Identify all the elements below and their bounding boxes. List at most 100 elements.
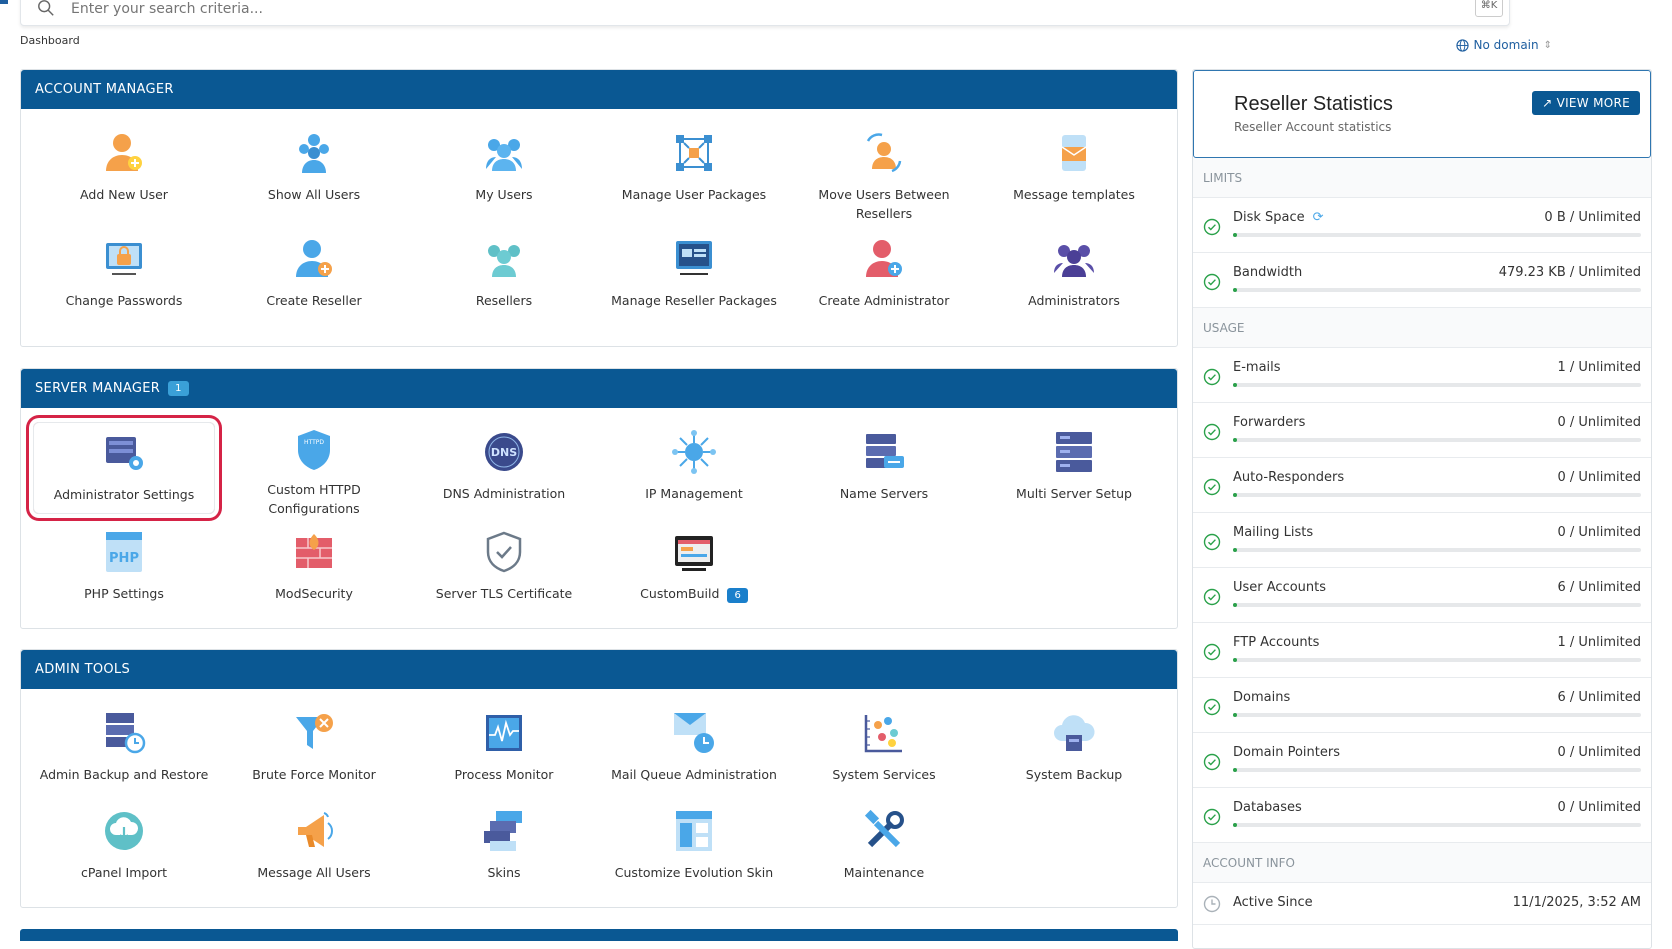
server-tile-multi-server-setup[interactable]: Multi Server Setup [979,418,1169,516]
admin-tile-system-services[interactable]: System Services [789,699,979,797]
search-bar[interactable]: ⌘K [20,0,1510,26]
stats-subtitle: Reseller Account statistics [1234,120,1392,134]
tile-label: Customize Evolution Skin [615,863,773,882]
svg-text:HTTPD: HTTPD [304,439,324,446]
message-templates-icon [1050,129,1098,177]
admin-tile-customize-evolution-skin[interactable]: Customize Evolution Skin [599,797,789,895]
stat-name: Mailing Lists [1233,525,1314,540]
check-circle-icon [1203,478,1221,496]
customize-skin-icon [670,807,718,855]
tile-label-text: Add New User [80,187,168,202]
admin-tile-process-monitor[interactable]: Process Monitor [409,699,599,797]
usage-progress-bar [1233,233,1641,237]
stat-name: Disk Space ⟳ [1233,210,1324,225]
account-tile-add-new-user[interactable]: Add New User [29,119,219,225]
usage-progress-fill [1233,603,1237,607]
info-value: 11/1/2025, 3:52 AM [1512,895,1641,910]
tile-label: Mail Queue Administration [611,765,777,784]
account-tile-message-templates[interactable]: Message templates [979,119,1169,225]
server-tile-ip-management[interactable]: IP Management [599,418,789,516]
tile-label-text: Skins [487,865,521,880]
usage-row-domain-pointers: Domain Pointers 0 / Unlimited [1193,733,1651,788]
server-tile-name-servers[interactable]: Name Servers [789,418,979,516]
server-tile-custom-httpd-configurations[interactable]: HTTPD Custom HTTPD Configurations [219,418,409,516]
stat-value: 0 / Unlimited [1557,745,1641,760]
account-tile-move-users-between-resellers[interactable]: Move Users Between Resellers [789,119,979,225]
server-tile-server-tls-certificate[interactable]: Server TLS Certificate [409,518,599,616]
domain-select[interactable]: No domain ⇕ [1455,38,1552,52]
tile-label: Name Servers [840,484,928,503]
admin-tile-admin-backup-and-restore[interactable]: Admin Backup and Restore [29,699,219,797]
account-tile-change-passwords[interactable]: Change Passwords [29,225,219,331]
limits-row-disk-space: Disk Space ⟳ 0 B / Unlimited [1193,198,1651,253]
account-tile-create-reseller[interactable]: Create Reseller [219,225,409,331]
account-tile-resellers[interactable]: Resellers [409,225,599,331]
search-input[interactable] [71,0,1371,21]
server-tile-custombuild[interactable]: CustomBuild 6 [599,518,789,616]
tile-label-text: ModSecurity [275,586,353,601]
search-icon [38,0,54,16]
reseller-statistics-card: Reseller Statistics Reseller Account sta… [1192,69,1652,949]
server-tile-php-settings[interactable]: PHP PHP Settings [29,518,219,616]
stat-value: 0 / Unlimited [1557,470,1641,485]
tile-label: Admin Backup and Restore [40,765,209,784]
admin-tile-maintenance[interactable]: Maintenance [789,797,979,895]
stat-value: 0 / Unlimited [1557,415,1641,430]
admin-tile-message-all-users[interactable]: Message All Users [219,797,409,895]
account-tile-manage-reseller-packages[interactable]: Manage Reseller Packages [599,225,789,331]
check-circle-icon [1203,273,1221,291]
tile-label: Create Administrator [819,291,950,310]
cloud-backup-icon [1050,709,1098,757]
tile-label-text: Admin Backup and Restore [39,767,209,782]
usage-progress-fill [1233,768,1237,772]
skins-icon [480,807,528,855]
tile-label: Custom HTTPD Configurations [229,480,399,518]
admin-tile-system-backup[interactable]: System Backup [979,699,1169,797]
account-info-label: ACCOUNT INFO [1193,843,1651,883]
account-manager-grid: Add New User Show All Users My Users Manage… [21,109,1177,331]
usage-row-forwarders: Forwarders 0 / Unlimited [1193,403,1651,458]
admin-tile-skins[interactable]: Skins [409,797,599,895]
server-tile-modsecurity[interactable]: ModSecurity [219,518,409,616]
admin-tile-cpanel-import[interactable]: cPanel Import [29,797,219,895]
usage-row-auto-responders: Auto-Responders 0 / Unlimited [1193,458,1651,513]
usage-list: E-mails 1 / Unlimited Forwarders 0 / Unlimi… [1193,348,1651,843]
tile-label: Create Reseller [266,291,361,310]
check-circle-icon [1203,218,1221,236]
tile-label: Move Users Between Resellers [799,185,969,223]
tile-label-text: Resellers [475,293,533,308]
reseller-packages-icon [670,235,718,283]
admin-tile-brute-force-monitor[interactable]: Brute Force Monitor [219,699,409,797]
account-tile-create-administrator[interactable]: Create Administrator [789,225,979,331]
tile-label: My Users [475,185,532,204]
usage-row-databases: Databases 0 / Unlimited [1193,788,1651,843]
tile-label: Administrator Settings [54,485,194,504]
tile-label-text: Process Monitor [454,767,554,782]
refresh-icon[interactable]: ⟳ [1313,210,1324,225]
limits-list: Disk Space ⟳ 0 B / Unlimited Bandwidth 479.2… [1193,198,1651,308]
lock-monitor-icon [100,235,148,283]
tile-label: Manage User Packages [622,185,766,204]
usage-progress-bar [1233,658,1641,662]
account-tile-administrators[interactable]: Administrators [979,225,1169,331]
tile-label-text: My Users [475,187,533,202]
my-users-icon [480,129,528,177]
account-tile-manage-user-packages[interactable]: Manage User Packages [599,119,789,225]
tile-label: Administrators [1028,291,1120,310]
server-tile-administrator-settings[interactable]: Administrator Settings [33,422,215,514]
httpd-shield-icon: HTTPD [290,428,338,472]
account-tile-show-all-users[interactable]: Show All Users [219,119,409,225]
tile-label-text: Maintenance [843,865,925,880]
account-tile-my-users[interactable]: My Users [409,119,599,225]
server-tile-dns-administration[interactable]: DNS DNS Administration [409,418,599,516]
admin-tile-mail-queue-administration[interactable]: Mail Queue Administration [599,699,789,797]
tile-label: Manage Reseller Packages [611,291,777,310]
usage-progress-fill [1233,548,1237,552]
usage-progress-fill [1233,823,1237,827]
usage-progress-bar [1233,548,1641,552]
tile-label: DNS Administration [443,484,565,503]
tile-label-text: System Backup [1025,767,1123,782]
breadcrumb[interactable]: Dashboard [20,34,80,47]
view-more-button[interactable]: ↗ VIEW MORE [1532,91,1640,115]
create-admin-icon [860,235,908,283]
